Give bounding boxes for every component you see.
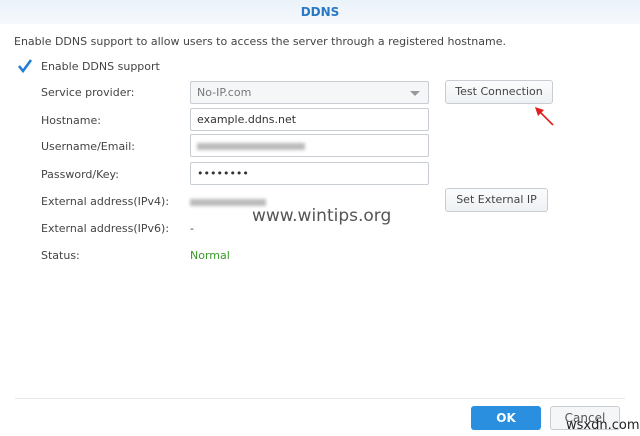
ipv6-label: External address(IPv6): <box>41 222 170 235</box>
dialog-title: DDNS <box>0 0 640 24</box>
enable-ddns-checkbox[interactable]: Enable DDNS support <box>17 58 160 74</box>
test-connection-button[interactable]: Test Connection <box>445 80 553 104</box>
enable-ddns-label: Enable DDNS support <box>41 59 160 73</box>
chevron-down-icon <box>410 91 420 96</box>
service-provider-value: No-IP.com <box>197 86 252 99</box>
username-input[interactable] <box>190 134 429 157</box>
status-label: Status: <box>41 249 80 262</box>
hostname-label: Hostname: <box>41 114 101 127</box>
status-value: Normal <box>190 249 230 262</box>
red-arrow-icon <box>535 107 554 126</box>
blurred-username <box>197 142 305 150</box>
username-label: Username/Email: <box>41 140 136 153</box>
ipv6-value: - <box>190 222 194 235</box>
password-label: Password/Key: <box>41 168 119 181</box>
ipv4-label: External address(IPv4): <box>41 195 170 208</box>
ok-button[interactable]: OK <box>471 406 541 430</box>
watermark: www.wintips.org <box>252 206 392 226</box>
set-external-ip-button[interactable]: Set External IP <box>445 188 548 212</box>
hostname-input[interactable]: example.ddns.net <box>190 108 429 131</box>
divider <box>15 398 625 399</box>
corner-watermark: wsxdn.com <box>566 418 640 433</box>
description: Enable DDNS support to allow users to ac… <box>14 35 506 48</box>
service-provider-label: Service provider: <box>41 86 135 99</box>
password-input[interactable]: •••••••• <box>190 162 429 185</box>
checkmark-icon <box>17 59 33 74</box>
service-provider-select[interactable]: No-IP.com <box>190 81 429 104</box>
